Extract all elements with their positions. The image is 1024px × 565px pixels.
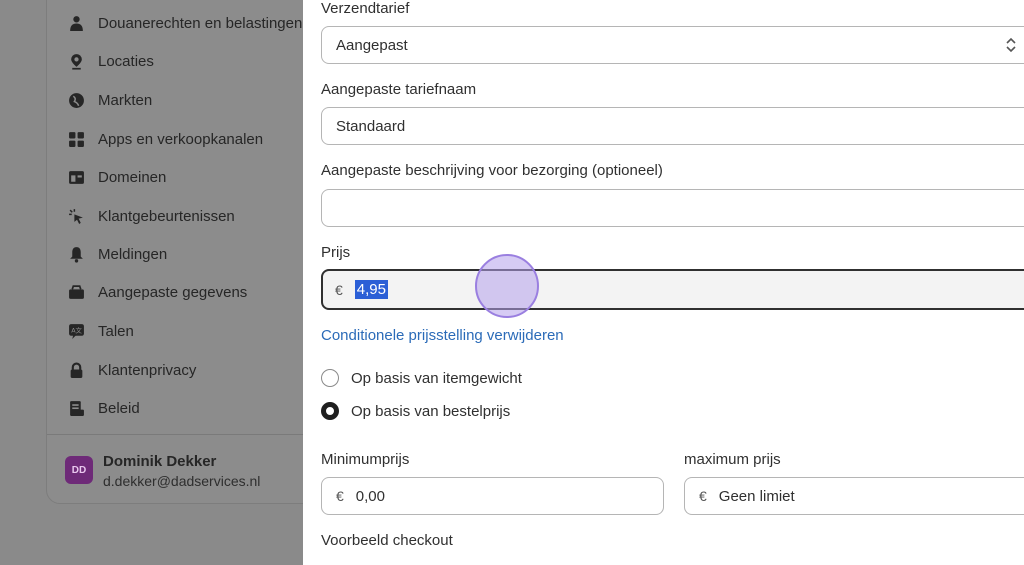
shipping-rate-panel: Verzendtarief Aangepast Aangepaste tarie… xyxy=(303,0,1024,565)
sidebar-item-label: Locaties xyxy=(98,52,154,70)
sidebar-item-languages[interactable]: A文 Talen xyxy=(67,319,134,343)
database-icon xyxy=(67,283,85,301)
min-price-label: Minimumprijs xyxy=(321,451,410,468)
max-price-input[interactable]: € Geen limiet xyxy=(684,477,1024,515)
currency-symbol: € xyxy=(699,488,707,504)
min-price-input[interactable]: € 0,00 xyxy=(321,477,664,515)
custom-rate-name-value: Standaard xyxy=(336,117,406,135)
sidebar-item-apps-channels[interactable]: Apps en verkoopkanalen xyxy=(67,127,263,151)
shipping-rate-value: Aangepast xyxy=(336,36,408,54)
currency-symbol: € xyxy=(335,281,343,298)
radio-item-order-price[interactable]: Op basis van bestelprijs xyxy=(321,402,510,420)
globe-icon xyxy=(67,91,85,109)
language-icon: A文 xyxy=(67,322,85,340)
chevron-updown-icon xyxy=(1006,37,1016,53)
radio-unchecked[interactable] xyxy=(321,369,339,387)
radio-item-weight[interactable]: Op basis van itemgewicht xyxy=(321,369,522,387)
sidebar-item-customer-privacy[interactable]: Klantenprivacy xyxy=(67,358,196,382)
remove-conditional-pricing-link[interactable]: Conditionele prijsstelling verwijderen xyxy=(321,327,564,344)
sidebar-item-locations[interactable]: Locaties xyxy=(67,49,154,73)
sidebar-item-label: Domeinen xyxy=(98,168,167,186)
svg-text:A文: A文 xyxy=(71,325,82,334)
custom-rate-name-input[interactable]: Standaard xyxy=(321,107,1024,145)
apps-grid-icon xyxy=(67,130,85,148)
lock-icon xyxy=(67,361,85,379)
sidebar-item-label: Markten xyxy=(98,91,153,109)
cursor-click-icon xyxy=(67,207,85,225)
sidebar-item-label: Apps en verkoopkanalen xyxy=(98,130,264,148)
sidebar-item-notifications[interactable]: Meldingen xyxy=(67,242,167,266)
radio-checked[interactable] xyxy=(321,402,339,420)
price-label: Prijs xyxy=(321,244,351,261)
user-name: Dominik Dekker xyxy=(103,453,217,470)
max-price-value: Geen limiet xyxy=(718,487,795,505)
sidebar-item-label: Aangepaste gegevens xyxy=(98,283,248,301)
sidebar-item-policies[interactable]: Beleid xyxy=(67,396,140,420)
currency-symbol: € xyxy=(336,488,344,504)
max-price-label: maximum prijs xyxy=(684,451,781,468)
sidebar-item-markets[interactable]: Markten xyxy=(67,88,152,112)
avatar[interactable]: DD xyxy=(65,456,93,484)
sidebar-item-customer-events[interactable]: Klantgebeurtenissen xyxy=(67,204,235,228)
bell-icon xyxy=(67,245,85,263)
min-price-value: 0,00 xyxy=(355,487,385,505)
radio-order-label: Op basis van bestelprijs xyxy=(351,402,511,420)
sidebar-item-label: Beleid xyxy=(98,399,140,417)
sidebar-item-label: Meldingen xyxy=(98,245,168,263)
price-value: 4,95 xyxy=(354,280,388,299)
sidebar-item-duties-taxes[interactable]: Douanerechten en belastingen xyxy=(67,11,302,35)
location-pin-icon xyxy=(67,52,85,70)
sidebar-item-label: Douanerechten en belastingen xyxy=(98,14,303,32)
domain-icon xyxy=(67,168,85,186)
custom-rate-name-label: Aangepaste tariefnaam xyxy=(321,81,477,98)
custom-description-input[interactable] xyxy=(321,189,1024,227)
policy-icon xyxy=(67,399,85,417)
person-tax-icon xyxy=(67,14,85,32)
checkout-preview-label: Voorbeeld checkout xyxy=(321,532,453,549)
sidebar-item-custom-data[interactable]: Aangepaste gegevens xyxy=(67,280,247,304)
shipping-rate-select[interactable]: Aangepast xyxy=(321,26,1024,64)
user-email: d.dekker@dadservices.nl xyxy=(103,473,261,489)
radio-weight-label: Op basis van itemgewicht xyxy=(351,369,522,387)
sidebar-item-label: Klantgebeurtenissen xyxy=(98,207,235,225)
sidebar-item-domains[interactable]: Domeinen xyxy=(67,165,166,189)
price-input[interactable]: € 4,95 xyxy=(321,269,1024,310)
click-highlight xyxy=(475,254,539,318)
sidebar-item-label: Talen xyxy=(98,322,134,340)
custom-description-label: Aangepaste beschrijving voor bezorging (… xyxy=(321,162,663,179)
sidebar-item-label: Klantenprivacy xyxy=(98,361,197,379)
shipping-rate-label: Verzendtarief xyxy=(321,0,410,17)
